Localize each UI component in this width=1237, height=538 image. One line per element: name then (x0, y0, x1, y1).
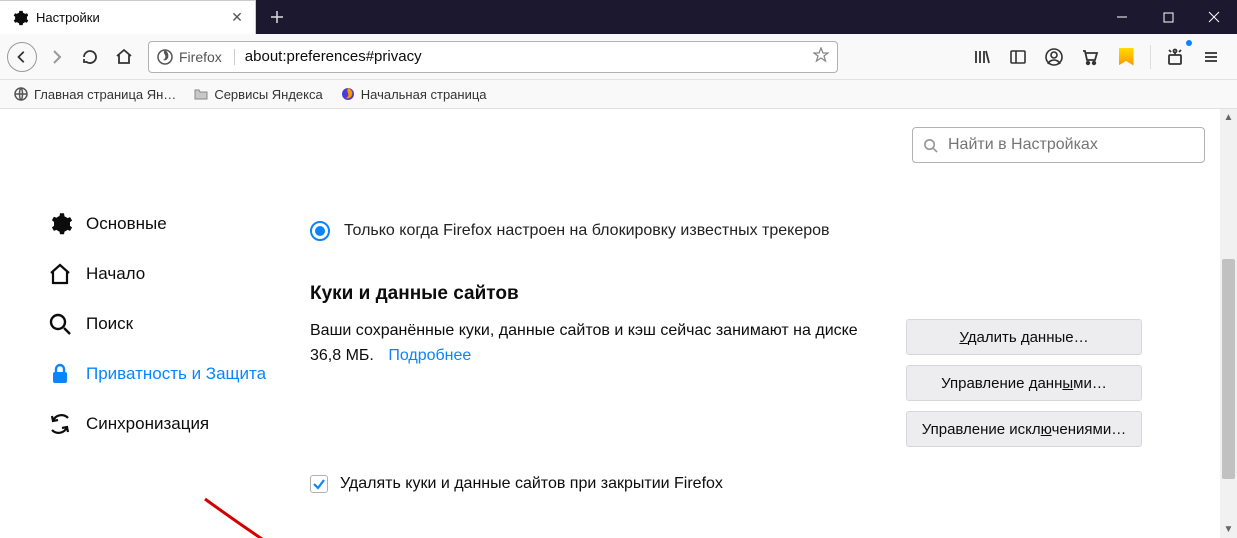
radio-label: Только когда Firefox настроен на блокиро… (344, 222, 830, 240)
scroll-thumb[interactable] (1222, 259, 1235, 479)
library-button[interactable] (966, 41, 998, 73)
settings-main: Только когда Firefox настроен на блокиро… (310, 109, 1180, 538)
identity-label: Firefox (179, 49, 235, 65)
gear-icon (48, 212, 72, 236)
scroll-up-icon[interactable]: ▲ (1220, 109, 1237, 126)
manage-data-button[interactable]: Управление данными… (906, 365, 1142, 401)
settings-search-input[interactable] (946, 135, 1194, 155)
delete-on-close-row[interactable]: Удалять куки и данные сайтов при закрыти… (310, 475, 1142, 493)
category-label: Синхронизация (86, 413, 209, 435)
maximize-button[interactable] (1145, 0, 1191, 34)
browser-tab[interactable]: Настройки ✕ (0, 0, 256, 34)
section-heading: Куки и данные сайтов (310, 283, 1142, 305)
home-icon (48, 262, 72, 286)
checkbox-label: Удалять куки и данные сайтов при закрыти… (340, 475, 723, 493)
bookmark-star-icon[interactable] (813, 47, 829, 66)
sidebar-toggle-button[interactable] (1002, 41, 1034, 73)
category-label: Начало (86, 263, 145, 285)
window-controls (1099, 0, 1237, 34)
url-input[interactable] (235, 48, 813, 65)
settings-page: Основные Начало Поиск Приватность и Защи… (0, 109, 1237, 538)
category-privacy[interactable]: Приватность и Защита (48, 349, 310, 399)
url-bar[interactable]: Firefox (148, 41, 838, 73)
app-menu-button[interactable] (1195, 41, 1227, 73)
learn-more-link[interactable]: Подробнее (388, 347, 471, 364)
forward-button[interactable] (40, 41, 72, 73)
cookie-policy-option[interactable]: Только когда Firefox настроен на блокиро… (310, 221, 1142, 241)
home-button[interactable] (108, 41, 140, 73)
category-general[interactable]: Основные (48, 199, 310, 249)
gear-icon (12, 10, 28, 26)
bookmark-triangle-button[interactable] (1110, 41, 1142, 73)
identity-box[interactable]: Firefox (157, 49, 235, 65)
manage-exceptions-button[interactable]: Управление исключениями… (906, 411, 1142, 447)
back-button[interactable] (6, 41, 38, 73)
bookmark-label: Сервисы Яндекса (214, 87, 322, 102)
checkbox-checked-icon[interactable] (310, 475, 328, 493)
disk-usage-value: 36,8 МБ. (310, 347, 374, 364)
settings-search[interactable] (912, 127, 1205, 163)
minimize-button[interactable] (1099, 0, 1145, 34)
whats-new-button[interactable] (1159, 41, 1191, 73)
cookies-description: Ваши сохранённые куки, данные сайтов и к… (310, 319, 890, 369)
category-label: Поиск (86, 313, 133, 335)
search-icon (923, 138, 938, 153)
firefox-logo-icon (157, 49, 173, 65)
category-sync[interactable]: Синхронизация (48, 399, 310, 449)
category-label: Основные (86, 213, 167, 235)
bookmark-item[interactable]: Начальная страница (337, 85, 491, 104)
radio-button-icon (310, 221, 330, 241)
category-label: Приватность и Защита (86, 363, 266, 385)
lock-icon (48, 362, 72, 386)
cart-button[interactable] (1074, 41, 1106, 73)
firefox-icon (341, 87, 355, 101)
bookmark-item[interactable]: Главная страница Ян… (10, 85, 180, 104)
bookmarks-bar: Главная страница Ян… Сервисы Яндекса Нач… (0, 80, 1237, 109)
new-tab-button[interactable] (262, 0, 292, 34)
tab-close-icon[interactable]: ✕ (227, 8, 247, 28)
category-home[interactable]: Начало (48, 249, 310, 299)
bookmark-item[interactable]: Сервисы Яндекса (190, 85, 326, 104)
clear-data-button[interactable]: Удалить данные… (906, 319, 1142, 355)
bookmark-label: Главная страница Ян… (34, 87, 176, 102)
reload-button[interactable] (74, 41, 106, 73)
toolbar: Firefox (0, 34, 1237, 80)
titlebar: Настройки ✕ (0, 0, 1237, 34)
account-button[interactable] (1038, 41, 1070, 73)
category-search[interactable]: Поиск (48, 299, 310, 349)
globe-icon (14, 87, 28, 101)
close-window-button[interactable] (1191, 0, 1237, 34)
sync-icon (48, 412, 72, 436)
bookmark-label: Начальная страница (361, 87, 487, 102)
settings-sidebar: Основные Начало Поиск Приватность и Защи… (0, 109, 310, 538)
scroll-down-icon[interactable]: ▼ (1220, 521, 1237, 538)
tab-title: Настройки (36, 10, 227, 25)
search-icon (48, 312, 72, 336)
vertical-scrollbar[interactable]: ▲ ▼ (1220, 109, 1237, 538)
folder-icon (194, 87, 208, 101)
